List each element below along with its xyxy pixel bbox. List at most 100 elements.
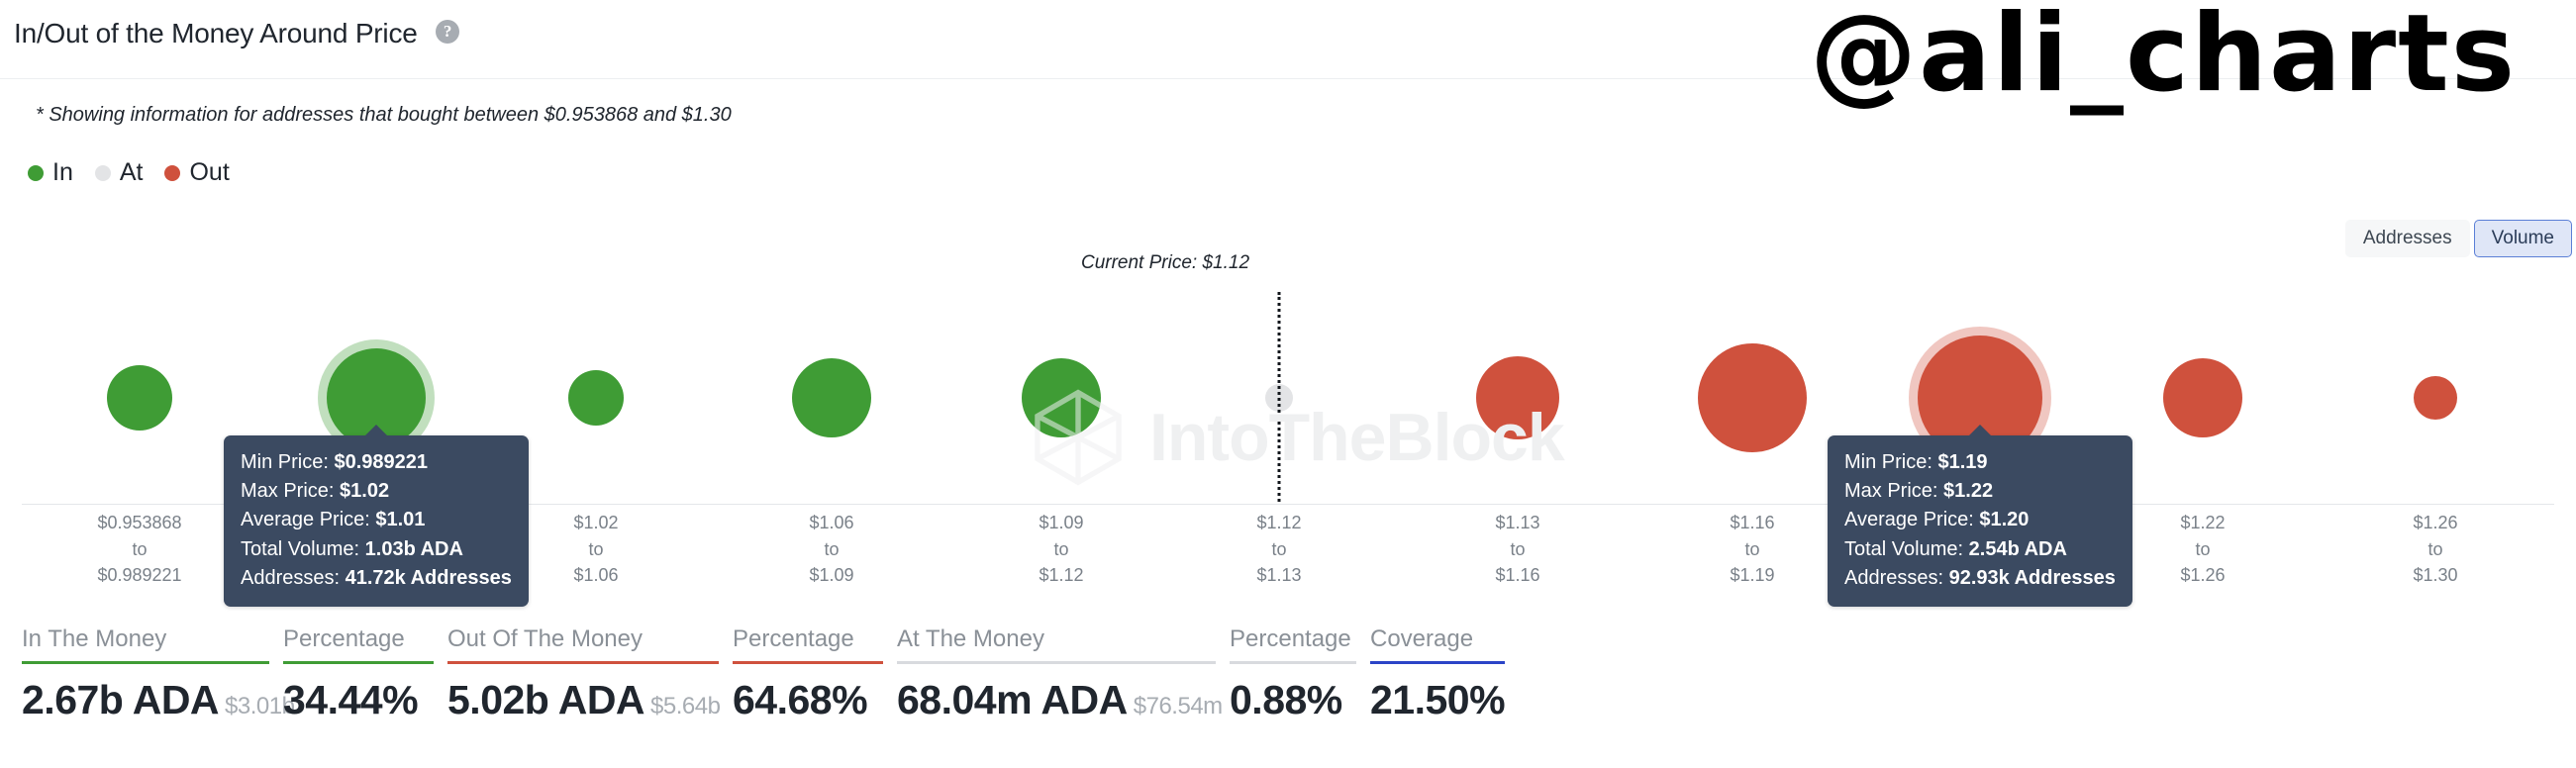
x-axis-tick-line: to xyxy=(1039,536,1083,563)
current-price-label: Current Price: $1.12 xyxy=(1081,252,1249,274)
tooltip-row-avg-price: Average Price: $1.01 xyxy=(241,506,512,534)
stat-value: 21.50% xyxy=(1370,677,1505,723)
tooltip-row-min-price: Min Price: $1.19 xyxy=(1844,448,2116,477)
bubble-in-3[interactable] xyxy=(568,370,624,426)
tooltip-addresses-value: 92.93k Addresses xyxy=(1949,567,2116,589)
chart-subtitle-note: * Showing information for addresses that… xyxy=(36,104,732,127)
x-axis-tick-line: $1.26 xyxy=(2413,510,2457,536)
legend-dot-out-icon xyxy=(164,165,180,181)
x-axis-tick-line: $1.13 xyxy=(1495,510,1539,536)
stat-label: Percentage xyxy=(283,625,434,661)
tooltip-avg-price-label: Average Price: xyxy=(241,509,370,530)
intheblock-inout-money-widget: In/Out of the Money Around Price ? @ali_… xyxy=(0,0,2576,768)
x-axis-tick-line: $1.12 xyxy=(1039,562,1083,589)
tooltip-max-price-label: Max Price: xyxy=(241,480,334,502)
stat-block-5: At The Money68.04m ADA$76.54m xyxy=(897,625,1216,723)
x-axis-tick-line: $1.09 xyxy=(809,562,853,589)
stat-block-2: Percentage 34.44% xyxy=(283,625,434,723)
bubble-out-11[interactable] xyxy=(2414,376,2457,420)
stat-value: 0.88% xyxy=(1230,677,1356,723)
tooltip-avg-price-value: $1.20 xyxy=(1979,509,2029,530)
x-axis-tick-10: $1.22to$1.26 xyxy=(2180,510,2225,589)
stat-value-usd: $76.54m xyxy=(1134,693,1223,720)
tooltip-row-total-volume: Total Volume: 1.03b ADA xyxy=(241,535,512,564)
tooltip-row-avg-price: Average Price: $1.20 xyxy=(1844,506,2116,534)
tooltip-avg-price-label: Average Price: xyxy=(1844,509,1974,530)
bubble-out-8[interactable] xyxy=(1698,343,1807,452)
tooltip-row-max-price: Max Price: $1.22 xyxy=(1844,477,2116,506)
tooltip-row-max-price: Max Price: $1.02 xyxy=(241,477,512,506)
x-axis-tick-3: $1.02to$1.06 xyxy=(573,510,618,589)
x-axis-tick-line: $1.13 xyxy=(1256,562,1301,589)
x-axis-tick-11: $1.26to$1.30 xyxy=(2413,510,2457,589)
tooltip-total-volume-label: Total Volume: xyxy=(1844,538,1963,560)
bubble-tooltip-in: Min Price: $0.989221 Max Price: $1.02 Av… xyxy=(224,435,529,607)
x-axis-tick-7: $1.13to$1.16 xyxy=(1495,510,1539,589)
x-axis-tick-line: $1.30 xyxy=(2413,562,2457,589)
stat-value: 64.68% xyxy=(733,677,883,723)
bubble-out-10[interactable] xyxy=(2163,358,2242,437)
legend-item-in[interactable]: In xyxy=(28,158,73,187)
x-axis-tick-4: $1.06to$1.09 xyxy=(809,510,853,589)
tooltip-max-price-value: $1.22 xyxy=(1943,480,1993,502)
legend-item-at[interactable]: At xyxy=(95,158,144,187)
bubble-in-5[interactable] xyxy=(1022,358,1101,437)
stat-value: 5.02b ADA$5.64b xyxy=(447,677,719,723)
x-axis-tick-line: to xyxy=(573,536,618,563)
tooltip-min-price-label: Min Price: xyxy=(241,451,329,473)
tooltip-arrow-icon xyxy=(364,425,388,436)
x-axis-tick-line: $1.16 xyxy=(1730,510,1774,536)
x-axis-tick-5: $1.09to$1.12 xyxy=(1039,510,1083,589)
stat-rule xyxy=(733,661,883,664)
bubble-out-7[interactable] xyxy=(1476,356,1559,439)
legend-label-in: In xyxy=(52,158,73,187)
x-axis-tick-line: to xyxy=(1256,536,1301,563)
x-axis-tick-line: to xyxy=(2413,536,2457,563)
legend-label-at: At xyxy=(120,158,144,187)
stat-block-4: Percentage64.68% xyxy=(733,625,883,723)
legend-item-out[interactable]: Out xyxy=(164,158,229,187)
stat-block-1: In The Money2.67b ADA$3.01b xyxy=(22,625,269,723)
stat-value: 2.67b ADA$3.01b xyxy=(22,677,269,723)
tooltip-row-addresses: Addresses: 41.72k Addresses xyxy=(241,564,512,593)
stat-label: Coverage xyxy=(1370,625,1505,661)
x-axis-tick-8: $1.16to$1.19 xyxy=(1730,510,1774,589)
x-axis-tick-line: to xyxy=(1730,536,1774,563)
stat-rule xyxy=(447,661,719,664)
x-axis-tick-line: $1.09 xyxy=(1039,510,1083,536)
tooltip-total-volume-value: 2.54b ADA xyxy=(1969,538,2067,560)
stat-block-3: Out Of The Money5.02b ADA$5.64b xyxy=(447,625,719,723)
stat-value: 34.44% xyxy=(283,677,434,723)
tooltip-total-volume-value: 1.03b ADA xyxy=(365,538,463,560)
legend-dot-in-icon xyxy=(28,165,44,181)
bubble-in-1[interactable] xyxy=(107,365,172,431)
bubble-in-4[interactable] xyxy=(792,358,871,437)
question-mark-icon[interactable]: ? xyxy=(436,20,459,44)
x-axis-tick-line: $1.06 xyxy=(573,562,618,589)
tooltip-avg-price-value: $1.01 xyxy=(375,509,425,530)
tooltip-row-total-volume: Total Volume: 2.54b ADA xyxy=(1844,535,2116,564)
stat-rule xyxy=(1230,661,1356,664)
stat-label: Percentage xyxy=(1230,625,1356,661)
x-axis-tick-line: $0.989221 xyxy=(97,562,181,589)
x-axis-tick-line: $1.12 xyxy=(1256,510,1301,536)
tooltip-arrow-icon xyxy=(1968,425,1992,436)
stat-rule xyxy=(897,661,1216,664)
stat-value-usd: $5.64b xyxy=(650,693,720,720)
summary-stats-row: In The Money2.67b ADA$3.01b Percentage 34.… xyxy=(22,625,1519,723)
tooltip-max-price-value: $1.02 xyxy=(340,480,389,502)
stat-rule xyxy=(22,661,269,664)
x-axis-tick-6: $1.12to$1.13 xyxy=(1256,510,1301,589)
stat-rule xyxy=(1370,661,1505,664)
current-price-line xyxy=(1278,292,1281,502)
tooltip-addresses-label: Addresses: xyxy=(1844,567,1943,589)
tooltip-row-min-price: Min Price: $0.989221 xyxy=(241,448,512,477)
stat-rule xyxy=(283,661,434,664)
stat-block-7: Coverage 21.50% xyxy=(1370,625,1505,723)
x-axis-tick-line: to xyxy=(809,536,853,563)
bubble-tooltip-out: Min Price: $1.19 Max Price: $1.22 Averag… xyxy=(1828,435,2132,607)
x-axis-tick-line: $1.19 xyxy=(1730,562,1774,589)
x-axis-tick-line: $1.02 xyxy=(573,510,618,536)
tooltip-min-price-value: $1.19 xyxy=(1937,451,1987,473)
x-axis-tick-line: $1.16 xyxy=(1495,562,1539,589)
